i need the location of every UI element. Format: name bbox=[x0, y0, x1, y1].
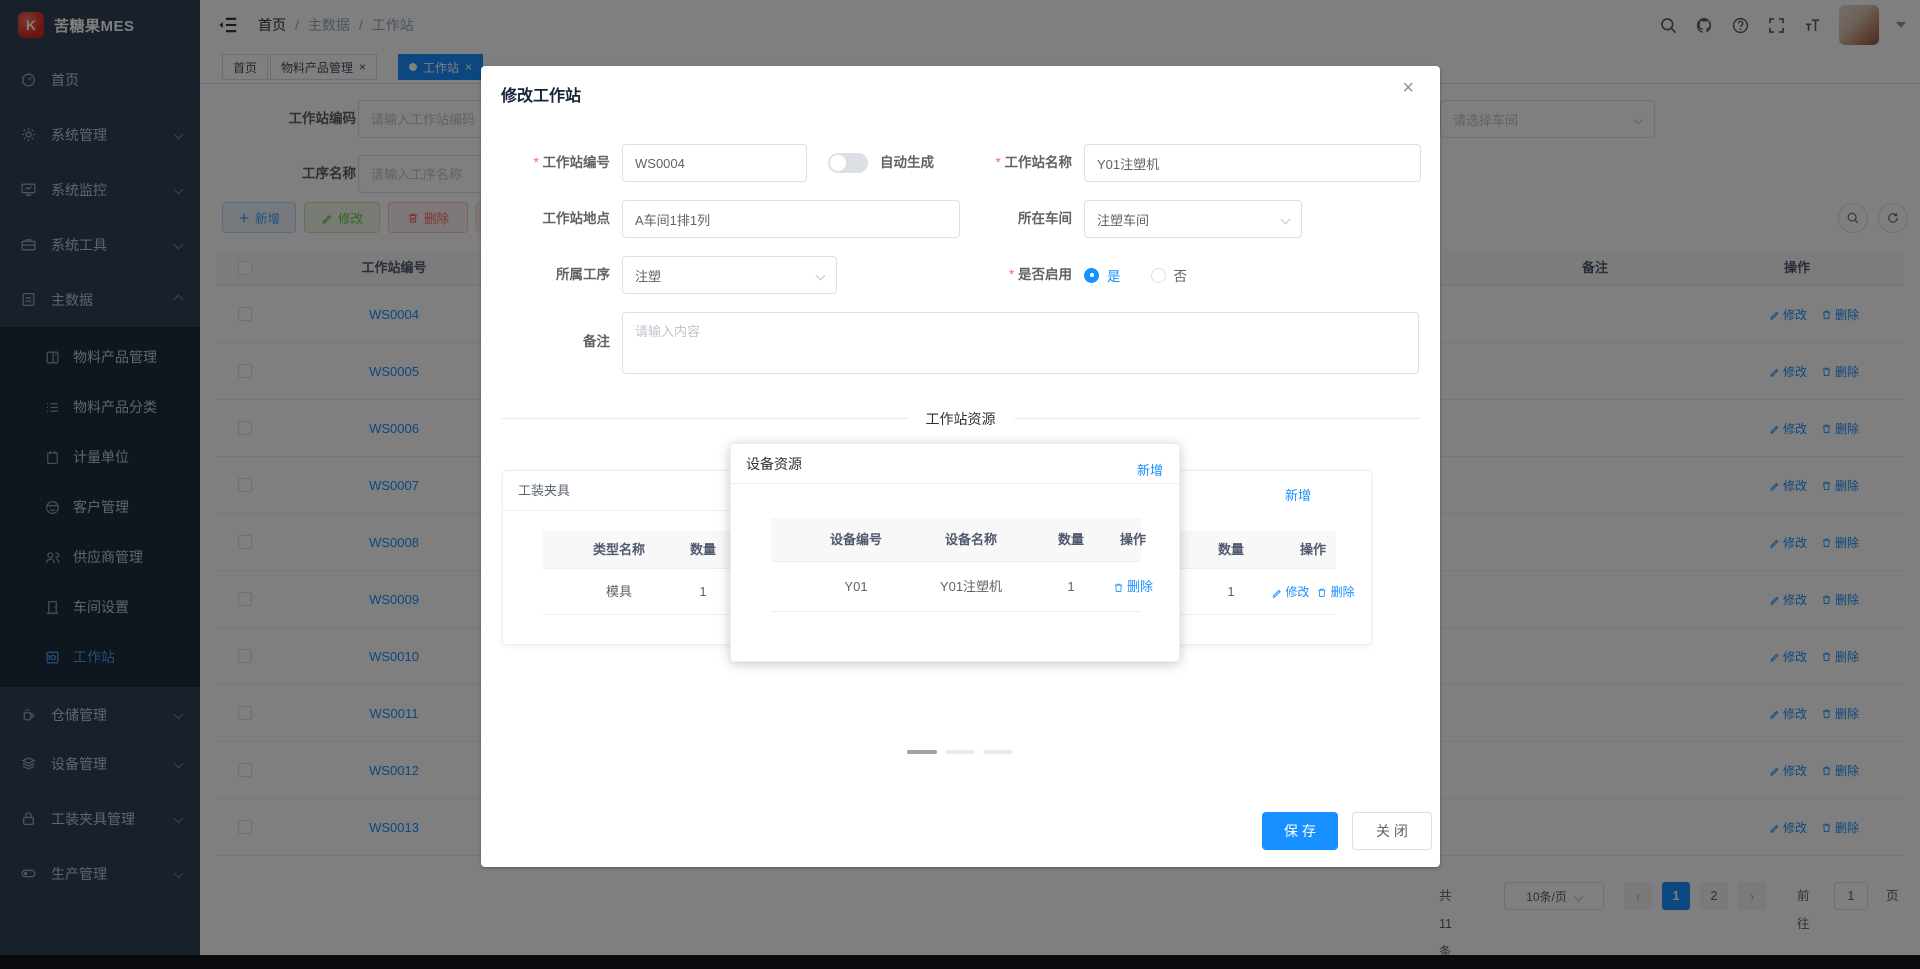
location-input[interactable] bbox=[622, 200, 960, 238]
carousel-dash[interactable] bbox=[983, 750, 1013, 754]
location-label: 工作站地点 bbox=[542, 211, 611, 226]
device-popup-title: 设备资源 bbox=[746, 456, 802, 472]
carousel-dash-active[interactable] bbox=[907, 750, 937, 754]
auto-generate-toggle[interactable] bbox=[828, 153, 868, 173]
pencil-icon bbox=[1272, 589, 1281, 598]
enabled-radio-group: 是 否 bbox=[1084, 256, 1187, 294]
edit-workstation-modal: 修改工作站 × 工作站编号 自动生成 工作站名称 工作站地点 所在车间 注塑车间… bbox=[481, 66, 1440, 867]
process-label: 所属工序 bbox=[556, 267, 610, 282]
resources-divider-label: 工作站资源 bbox=[907, 409, 1014, 429]
trash-icon bbox=[1114, 583, 1123, 592]
radio-checked-icon bbox=[1084, 267, 1099, 283]
chevron-down-icon bbox=[1280, 214, 1291, 224]
device-delete-link[interactable]: 删除 bbox=[1113, 562, 1153, 612]
enabled-label: 是否启用 bbox=[921, 256, 1072, 294]
device-popup-header: 设备资源 新增 bbox=[731, 444, 1179, 484]
app-window: K 苦糖果MES 首页 系统管理 系统监控 系统工具 主数据 bbox=[0, 0, 1920, 969]
device-row: Y01 Y01注塑机 1 删除 bbox=[771, 562, 1153, 612]
radio-unchecked-icon bbox=[1150, 267, 1166, 283]
radio-yes[interactable]: 是 bbox=[1084, 265, 1121, 285]
device-resource-popup: 设备资源 新增 设备编号 设备名称 数量 操作 Y01 Y01注塑机 1 删除 bbox=[730, 443, 1180, 662]
process-select[interactable]: 注塑 bbox=[622, 256, 837, 294]
device-add-link[interactable]: 新增 bbox=[1137, 460, 1163, 479]
chevron-down-icon bbox=[815, 270, 826, 280]
device-table: 设备编号 设备名称 数量 操作 Y01 Y01注塑机 1 删除 bbox=[771, 518, 1153, 612]
right-row-edit-link[interactable]: 修改 bbox=[1271, 569, 1309, 615]
close-button[interactable]: 关 闭 bbox=[1352, 812, 1432, 850]
right-panel-add-link[interactable]: 新增 bbox=[1285, 485, 1311, 504]
carousel-dash[interactable] bbox=[945, 750, 975, 754]
modal-close-icon[interactable]: × bbox=[1402, 78, 1414, 98]
workshop-label: 所在车间 bbox=[1018, 211, 1072, 226]
save-button[interactable]: 保 存 bbox=[1262, 812, 1338, 850]
remark-textarea[interactable] bbox=[622, 312, 1419, 374]
code-input[interactable] bbox=[622, 144, 807, 182]
resources-divider: 工作站资源 bbox=[501, 409, 1420, 429]
code-label: 工作站编号 bbox=[481, 144, 611, 182]
right-row-delete-link[interactable]: 删除 bbox=[1317, 569, 1355, 615]
modal-title: 修改工作站 bbox=[501, 88, 582, 105]
radio-no[interactable]: 否 bbox=[1150, 265, 1187, 285]
resource-carousel-indicators bbox=[907, 750, 1013, 754]
name-label: 工作站名称 bbox=[921, 144, 1073, 182]
remark-label: 备注 bbox=[583, 334, 610, 349]
trash-icon bbox=[1318, 588, 1326, 597]
name-input[interactable] bbox=[1084, 144, 1421, 182]
workshop-select[interactable]: 注塑车间 bbox=[1084, 200, 1302, 238]
